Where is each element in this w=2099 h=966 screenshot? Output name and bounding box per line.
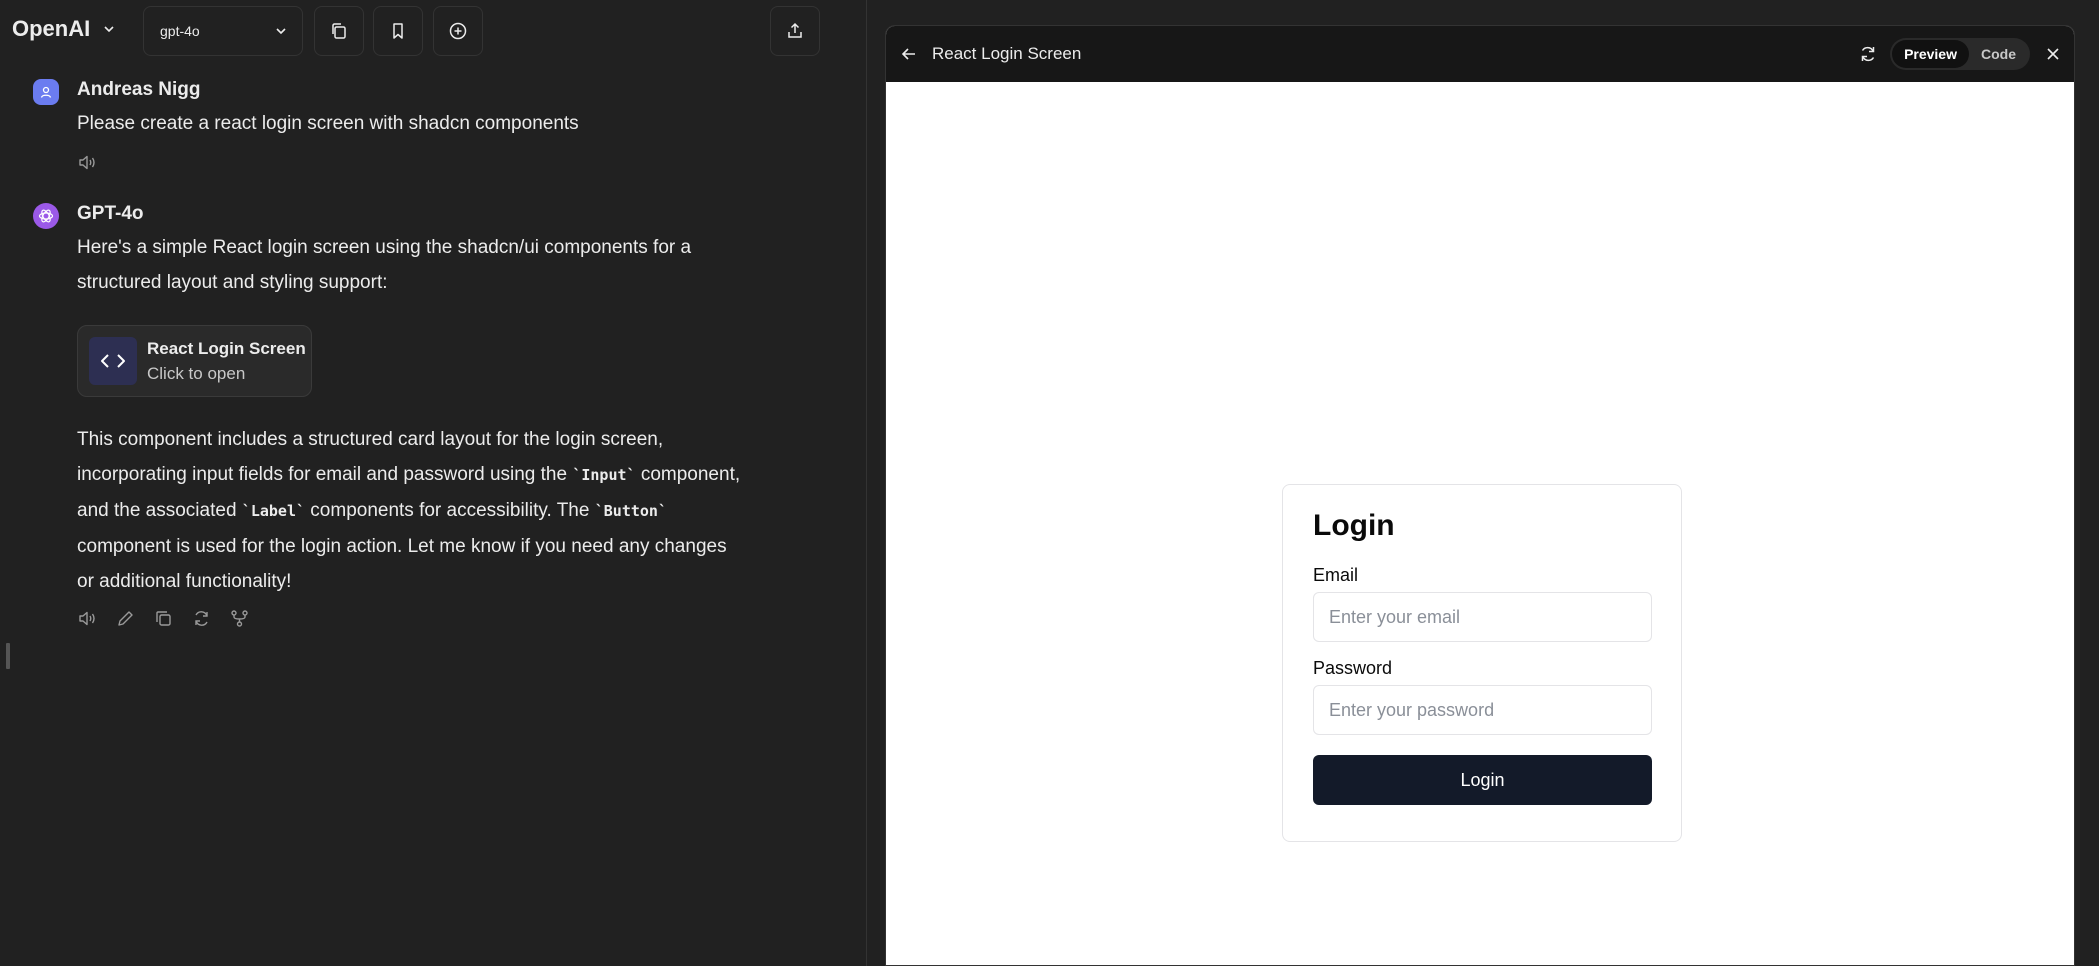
login-card: Login Email Password Login xyxy=(1282,484,1682,842)
user-avatar xyxy=(33,79,59,105)
login-title: Login xyxy=(1313,509,1395,542)
view-toggle: Preview Code xyxy=(1890,38,2030,70)
panel-header: React Login Screen Preview Code xyxy=(886,26,2074,82)
share-button[interactable] xyxy=(770,6,820,56)
share-icon xyxy=(788,22,802,38)
inline-code: `Button` xyxy=(594,502,667,520)
message-author: Andreas Nigg xyxy=(77,79,201,100)
model-name: gpt-4o xyxy=(160,23,200,39)
artifact-card[interactable]: React Login Screen Click to open xyxy=(77,325,312,397)
text-line: and the associated `Label` components fo… xyxy=(77,493,740,529)
refresh-icon[interactable] xyxy=(1858,44,1878,64)
model-select[interactable]: gpt-4o xyxy=(143,6,303,56)
chevron-down-icon xyxy=(276,28,286,35)
password-field[interactable] xyxy=(1313,685,1652,735)
text-line: Here's a simple React login screen using… xyxy=(77,237,692,258)
message-actions xyxy=(77,152,98,173)
brand-menu[interactable]: OpenAI xyxy=(12,16,116,42)
text-line: component is used for the login action. … xyxy=(77,536,727,557)
copy-icon[interactable] xyxy=(153,608,174,629)
speaker-icon[interactable] xyxy=(77,608,98,629)
plus-circle-icon xyxy=(449,22,467,40)
bookmark-icon xyxy=(393,23,403,39)
password-label: Password xyxy=(1313,658,1393,678)
edit-icon[interactable] xyxy=(115,608,136,629)
text-line: This component includes a structured car… xyxy=(77,429,664,450)
preview-panel: React Login Screen Preview Code Login Em… xyxy=(885,25,2075,966)
copy-icon xyxy=(332,23,346,39)
code-icon xyxy=(89,337,137,385)
email-label: Email xyxy=(1313,565,1359,585)
scroll-handle[interactable] xyxy=(6,643,10,669)
artifact-subtitle: Click to open xyxy=(147,363,246,383)
inline-code: `Input` xyxy=(572,466,636,484)
preview-canvas: Login Email Password Login xyxy=(886,82,2074,965)
assistant-avatar xyxy=(33,203,59,229)
panel-title: React Login Screen xyxy=(932,44,1082,63)
artifact-title: React Login Screen xyxy=(147,338,306,358)
message-author: GPT-4o xyxy=(77,203,144,224)
openai-logo-icon xyxy=(38,209,54,223)
message-text: Here's a simple React login screen using… xyxy=(77,230,691,300)
regenerate-icon[interactable] xyxy=(191,608,212,629)
chevron-down-icon xyxy=(104,26,114,33)
chat-pane: OpenAI gpt-4o Andreas Nigg Please create… xyxy=(0,0,866,966)
text-span: component, xyxy=(635,464,741,485)
message-text: Please create a react login screen with … xyxy=(77,113,579,134)
back-arrow-icon[interactable] xyxy=(900,45,918,63)
tab-code[interactable]: Code xyxy=(1969,40,2028,68)
inline-code: `Label` xyxy=(241,502,306,520)
bookmark-button[interactable] xyxy=(373,6,423,56)
new-chat-button[interactable] xyxy=(433,6,483,56)
brand-name: OpenAI xyxy=(12,16,91,41)
login-button[interactable]: Login xyxy=(1313,755,1652,805)
speaker-icon[interactable] xyxy=(77,152,98,173)
tab-preview[interactable]: Preview xyxy=(1892,40,1969,68)
text-line: structured layout and styling support: xyxy=(77,272,388,293)
text-line: or additional functionality! xyxy=(77,571,292,592)
fork-icon[interactable] xyxy=(229,608,250,629)
text-span: and the associated xyxy=(77,500,242,521)
user-icon xyxy=(40,86,52,98)
message-actions xyxy=(77,608,250,629)
close-icon[interactable] xyxy=(2044,45,2062,63)
text-line: incorporating input fields for email and… xyxy=(77,457,740,493)
text-span: components for accessibility. The xyxy=(305,500,595,521)
message-body: This component includes a structured car… xyxy=(77,422,740,599)
copy-chat-button[interactable] xyxy=(314,6,364,56)
email-field[interactable] xyxy=(1313,592,1652,642)
text-span: incorporating input fields for email and… xyxy=(77,464,573,485)
artifact-pane: React Login Screen Preview Code Login Em… xyxy=(867,0,2099,966)
